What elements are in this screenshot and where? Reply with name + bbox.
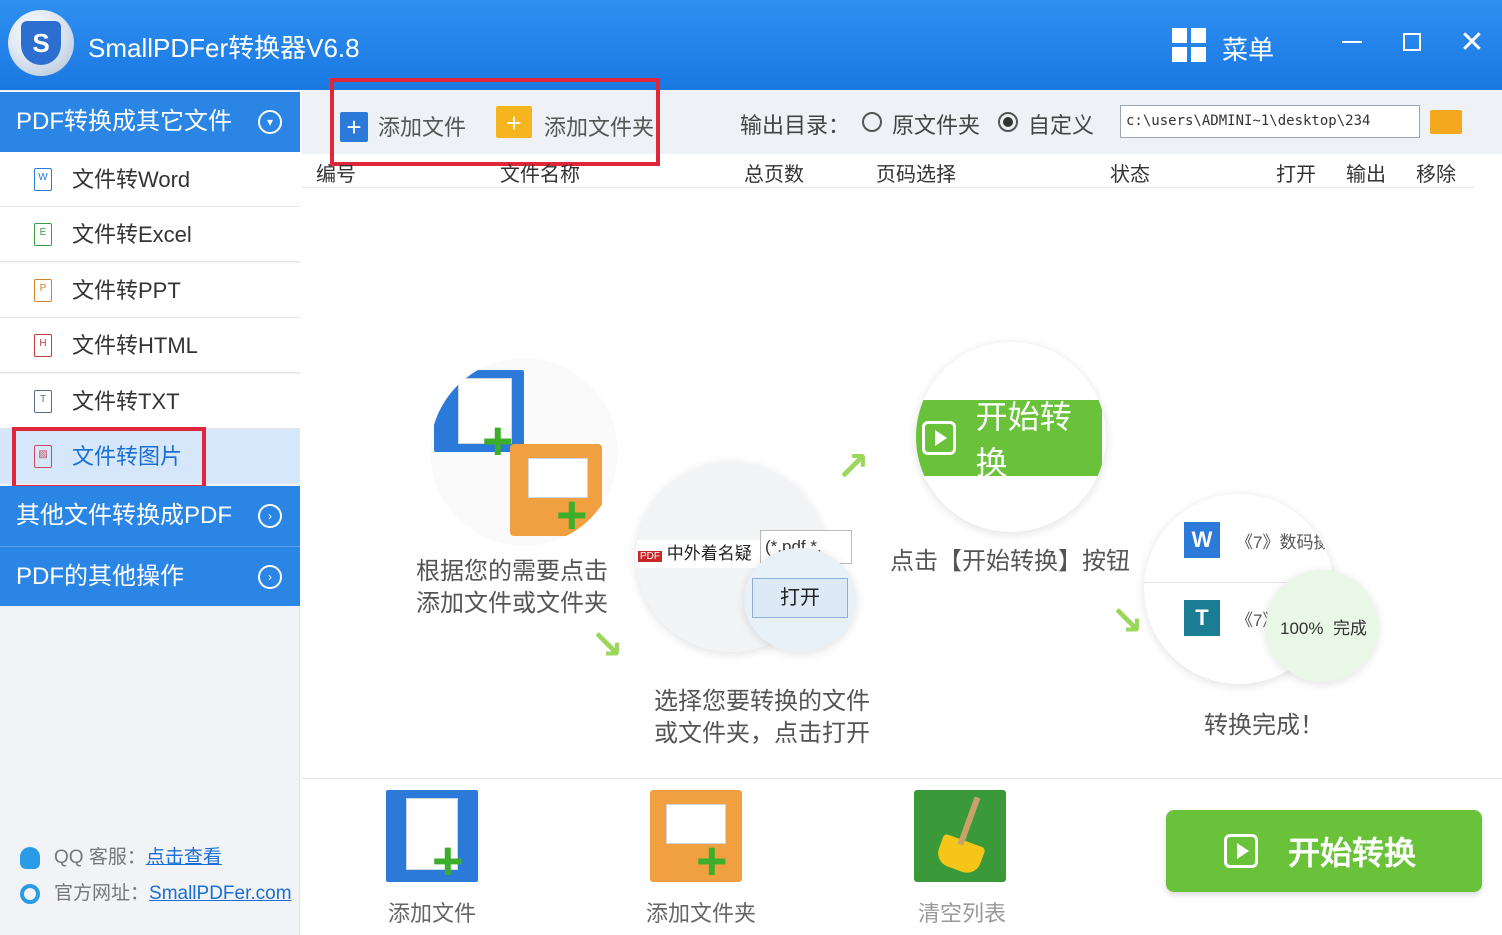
sidebar-item-label: 文件转HTML <box>72 333 198 358</box>
word-file-icon: W <box>34 168 52 191</box>
chevron-right-icon: › <box>258 504 282 528</box>
menu-button[interactable]: 菜单 <box>1222 30 1274 67</box>
bottom-divider <box>302 778 1502 779</box>
clear-list-button[interactable]: 清空列表 <box>918 896 1006 928</box>
play-icon <box>922 421 956 455</box>
sidebar-section-pdf-to-other[interactable]: PDF转换成其它文件 ▾ <box>0 92 300 152</box>
logo-letter: S <box>21 21 61 65</box>
col-output: 输出 <box>1346 164 1386 186</box>
col-open: 打开 <box>1276 164 1316 186</box>
custom-label: 自定义 <box>1028 113 1095 138</box>
play-icon <box>1224 834 1258 868</box>
sidebar-item-word[interactable]: W 文件转Word <box>0 152 300 207</box>
broom-icon[interactable] <box>914 790 1006 882</box>
browse-folder-icon[interactable] <box>1430 110 1462 134</box>
file-table-header: 编号 文件名称 总页数 页码选择 状态 打开 输出 移除 <box>302 154 1474 188</box>
ppt-file-icon: P <box>34 279 52 302</box>
section-label: PDF的其他操作 <box>16 563 184 590</box>
col-filename: 文件名称 <box>500 164 580 186</box>
col-remove: 移除 <box>1416 164 1456 186</box>
site-link[interactable]: SmallPDFer.com <box>149 883 292 904</box>
step3-illustration: 开始转换 <box>916 342 1106 532</box>
arrow-icon: ↘ <box>590 623 624 667</box>
qq-support: QQ 客服：点击查看 <box>20 842 222 869</box>
arrow-icon: ↗ <box>836 445 870 489</box>
sidebar-item-label: 文件转Excel <box>72 222 192 247</box>
col-status: 状态 <box>1110 164 1150 186</box>
sidebar-item-ppt[interactable]: P 文件转PPT <box>0 263 300 318</box>
sidebar-section-other-to-pdf[interactable]: 其他文件转换成PDF › <box>0 486 300 546</box>
sidebar: PDF转换成其它文件 ▾ W 文件转Word E 文件转Excel P 文件转P… <box>0 90 300 935</box>
add-folder-bottom-button[interactable]: 添加文件夹 <box>646 896 756 928</box>
sidebar-item-label: 文件转PPT <box>72 278 181 303</box>
col-number: 编号 <box>316 164 356 186</box>
add-file-tile-icon[interactable]: + <box>386 790 478 888</box>
section-label: PDF转换成其它文件 <box>16 108 232 135</box>
sidebar-item-label: 文件转Word <box>72 167 191 192</box>
minimize-button[interactable] <box>1332 22 1372 62</box>
start-convert-label: 开始转换 <box>1288 835 1417 871</box>
sidebar-item-label: 文件转TXT <box>72 389 180 414</box>
word-icon: W <box>1184 522 1220 558</box>
col-page-select: 页码选择 <box>876 164 956 186</box>
output-dir-label: 输出目录： <box>740 113 851 138</box>
col-total-pages: 总页数 <box>744 164 804 186</box>
html-file-icon: H <box>34 334 52 357</box>
menu-grid-icon[interactable] <box>1172 28 1206 62</box>
chevron-down-icon: ▾ <box>258 110 282 134</box>
sidebar-item-txt[interactable]: T 文件转TXT <box>0 374 300 429</box>
step1-text: 根据您的需要点击 添加文件或文件夹 <box>416 558 608 617</box>
qq-label: QQ 客服： <box>54 847 146 868</box>
browser-icon <box>20 883 40 904</box>
pdf-badge: PDF <box>638 551 662 562</box>
section-label: 其他文件转换成PDF <box>16 502 232 529</box>
qq-link[interactable]: 点击查看 <box>146 847 222 868</box>
sidebar-section-pdf-other-ops[interactable]: PDF的其他操作 › <box>0 546 300 606</box>
demo-open-button: 打开 <box>752 578 848 618</box>
step3-text: 点击【开始转换】按钮 <box>890 548 1130 575</box>
sidebar-item-excel[interactable]: E 文件转Excel <box>0 207 300 262</box>
add-folder-tile-icon[interactable]: + <box>650 790 742 888</box>
progress-value: 100% <box>1280 619 1324 638</box>
txt-icon: T <box>1184 600 1220 636</box>
output-path-field[interactable]: c:\users\ADMINI~1\desktop\234 <box>1120 105 1420 138</box>
highlight-box <box>12 427 206 489</box>
highlight-box-toolbar <box>330 78 660 166</box>
chevron-right-icon: › <box>258 565 282 589</box>
step2-text: 选择您要转换的文件 或文件夹，点击打开 <box>654 688 870 747</box>
close-button[interactable]: ✕ <box>1452 22 1492 62</box>
app-logo-icon: S <box>8 10 74 76</box>
demo-start-button: 开始转换 <box>916 399 1102 481</box>
title-bar: S SmallPDFer转换器V6.8 菜单 ✕ <box>0 0 1502 90</box>
qq-penguin-icon <box>20 846 40 869</box>
arrow-icon: ↘ <box>1110 599 1144 643</box>
maximize-button[interactable] <box>1392 22 1432 62</box>
original-folder-label: 原文件夹 <box>892 113 981 138</box>
step1-illustration: + + <box>430 358 618 546</box>
progress-done: 完成 <box>1332 619 1367 638</box>
sidebar-item-html[interactable]: H 文件转HTML <box>0 318 300 373</box>
step4-text: 转换完成！ <box>1204 712 1324 739</box>
radio-custom[interactable] <box>998 112 1018 132</box>
site-label: 官方网址： <box>54 883 150 904</box>
app-title: SmallPDFer转换器V6.8 <box>88 33 360 63</box>
excel-file-icon: E <box>34 223 52 246</box>
demo-row1: 《7》数码摄 <box>1236 533 1331 552</box>
start-convert-button[interactable]: 开始转换 <box>1166 810 1482 892</box>
add-file-bottom-button[interactable]: 添加文件 <box>388 896 476 928</box>
txt-file-icon: T <box>34 390 52 413</box>
demo-open-zoom: 打开 <box>744 548 856 652</box>
demo-filename: 中外着名疑 <box>666 544 752 563</box>
official-site: 官方网址：SmallPDFer.com <box>20 878 292 905</box>
progress-zoom: 100% 完成 <box>1266 570 1378 682</box>
radio-original-folder[interactable] <box>862 112 882 132</box>
